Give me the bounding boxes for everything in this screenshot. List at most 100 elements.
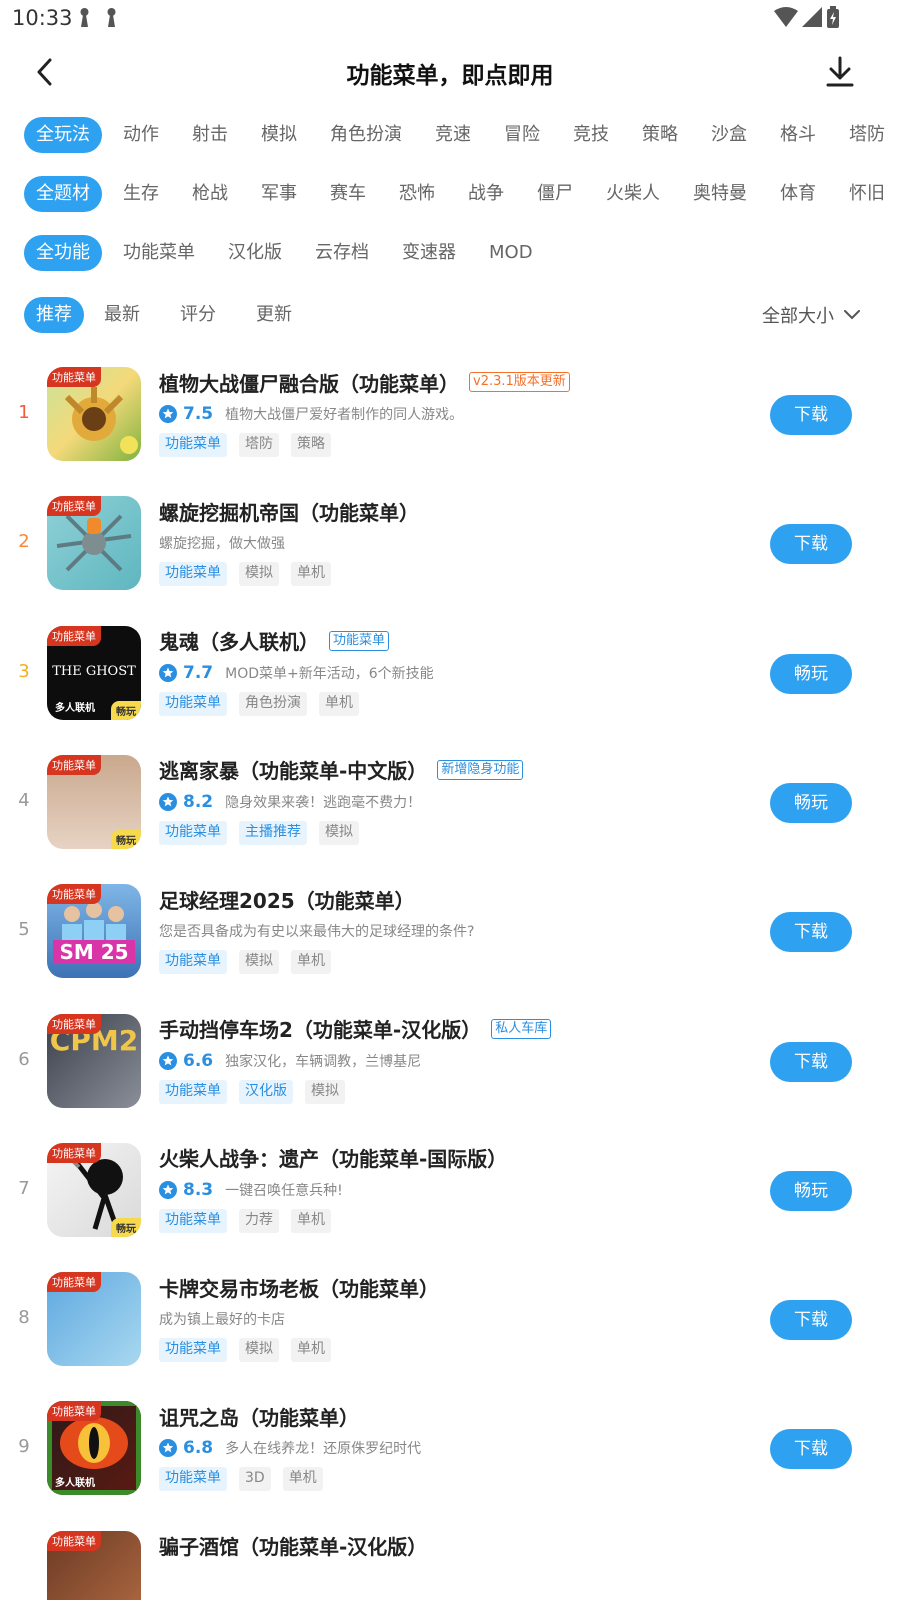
game-icon[interactable]: 功能菜单	[47, 496, 141, 591]
category-tag[interactable]: 功能菜单	[159, 820, 227, 845]
category-tag[interactable]: 模拟	[239, 562, 279, 587]
genre-chip[interactable]: 策略	[630, 117, 690, 153]
play-button[interactable]: 畅玩	[770, 782, 852, 823]
category-tag[interactable]: 模拟	[239, 950, 279, 975]
category-tag[interactable]: 功能菜单	[159, 433, 227, 457]
game-icon[interactable]: CPM2 功能菜单	[47, 1013, 141, 1108]
game-title[interactable]: 手动挡停车场2（功能菜单-汉化版）	[159, 1014, 481, 1043]
theme-chip[interactable]: 恐怖	[387, 176, 447, 212]
list-item[interactable]: 8 功能菜单 卡牌交易市场老板（功能菜单） 成为镇上最好的卡店 功能菜单 模拟 单机 下载	[0, 1255, 900, 1385]
list-item[interactable]: 功能菜单 骗子酒馆（功能菜单-汉化版）	[0, 1514, 900, 1600]
game-icon[interactable]: THE GHOST 功能菜单 多人联机 畅玩	[47, 625, 141, 720]
genre-chip[interactable]: 角色扮演	[318, 117, 414, 153]
category-tag[interactable]: 功能菜单	[159, 1079, 227, 1104]
list-item[interactable]: 2 功能菜单 螺旋挖掘机帝国（功能菜单） 螺旋挖掘，做大做强 功能菜单 模拟 单机 下载	[0, 479, 900, 609]
list-item[interactable]: 7 功能菜单 畅玩 火柴人战争：遗产（功能菜单-国际版） 8.3 一键召唤任意兵种! 功能菜…	[0, 1126, 900, 1256]
play-button[interactable]: 畅玩	[770, 1170, 852, 1211]
theme-chip[interactable]: 奥特曼	[681, 176, 759, 212]
feature-chip[interactable]: 变速器	[390, 235, 468, 271]
sort-tab[interactable]: 最新	[92, 297, 152, 333]
genre-chip[interactable]: 格斗	[768, 117, 828, 153]
category-tag[interactable]: 功能菜单	[159, 1208, 227, 1233]
genre-chip[interactable]: 塔防	[837, 117, 897, 153]
game-title[interactable]: 鬼魂（多人联机）	[159, 626, 319, 655]
game-title[interactable]: 螺旋挖掘机帝国（功能菜单）	[159, 497, 419, 526]
category-tag[interactable]: 模拟	[305, 1079, 345, 1104]
genre-chip[interactable]: 沙盒	[699, 117, 759, 153]
theme-chip[interactable]: 体育	[768, 176, 828, 212]
category-tag[interactable]: 3D	[239, 1467, 271, 1492]
download-button[interactable]: 下载	[770, 912, 852, 953]
category-tag[interactable]: 功能菜单	[159, 950, 227, 975]
category-tag[interactable]: 单机	[319, 691, 359, 716]
genre-chip[interactable]: 冒险	[492, 117, 552, 153]
download-button[interactable]: 下载	[770, 1300, 852, 1341]
theme-chip[interactable]: 生存	[111, 176, 171, 212]
game-icon[interactable]: 功能菜单	[47, 1530, 141, 1600]
game-title[interactable]: 骗子酒馆（功能菜单-汉化版）	[159, 1531, 427, 1560]
category-tag[interactable]: 策略	[291, 433, 331, 457]
game-title[interactable]: 足球经理2025（功能菜单）	[159, 885, 415, 914]
genre-chip[interactable]: 射击	[180, 117, 240, 153]
game-title[interactable]: 逃离家暴（功能菜单-中文版）	[159, 755, 427, 784]
category-tag[interactable]: 模拟	[239, 1338, 279, 1363]
category-tag[interactable]: 功能菜单	[159, 1338, 227, 1363]
category-tag[interactable]: 模拟	[319, 820, 359, 845]
theme-chip[interactable]: 全题材	[24, 176, 102, 212]
category-tag[interactable]: 汉化版	[239, 1079, 293, 1104]
theme-chip[interactable]: 怀旧	[837, 176, 897, 212]
genre-chip[interactable]: 动作	[111, 117, 171, 153]
category-tag[interactable]: 功能菜单	[159, 562, 227, 587]
theme-chip[interactable]: 战争	[456, 176, 516, 212]
game-title[interactable]: 植物大战僵尸融合版（功能菜单）	[159, 368, 459, 397]
download-manager-button[interactable]	[818, 50, 862, 94]
genre-chip[interactable]: 竞速	[423, 117, 483, 153]
sort-tab[interactable]: 推荐	[24, 297, 84, 333]
category-tag[interactable]: 单机	[291, 950, 331, 975]
game-icon[interactable]: 功能菜单 畅玩	[47, 754, 141, 849]
download-button[interactable]: 下载	[770, 524, 852, 565]
list-item[interactable]: 9 功能菜单 多人联机 诅咒之岛（功能菜单） 6.8 多人在线养龙！还原侏罗纪时代 功能菜单…	[0, 1384, 900, 1514]
category-tag[interactable]: 塔防	[239, 433, 279, 457]
game-icon[interactable]: 功能菜单 畅玩	[47, 1142, 141, 1237]
game-icon[interactable]: 功能菜单 多人联机	[47, 1401, 141, 1496]
list-item[interactable]: 1 功能菜单 植物大战僵尸融合版（功能菜单） v2.3.1版本更新 7.5 植物大战僵尸爱…	[0, 350, 900, 480]
theme-chip[interactable]: 僵尸	[525, 176, 585, 212]
list-item[interactable]: 6 CPM2 功能菜单 手动挡停车场2（功能菜单-汉化版） 私人车库 6.6 独家汉化，车辆…	[0, 997, 900, 1127]
play-button[interactable]: 畅玩	[770, 653, 852, 694]
theme-chip[interactable]: 军事	[249, 176, 309, 212]
list-item[interactable]: 4 功能菜单 畅玩 逃离家暴（功能菜单-中文版） 新增隐身功能 8.2 隐身效果来袭！逃跑毫…	[0, 738, 900, 868]
category-tag[interactable]: 主播推荐	[239, 820, 307, 845]
list-item[interactable]: 5 SM 25 功能菜单 足球经理2025（功能菜单） 您是否具备成为有史以来最伟大的足…	[0, 867, 900, 997]
feature-chip[interactable]: 云存档	[303, 235, 381, 271]
list-item[interactable]: 3 THE GHOST 功能菜单 多人联机 畅玩 鬼魂（多人联机） 功能菜单 7.7 MOD菜单…	[0, 609, 900, 739]
category-tag[interactable]: 角色扮演	[239, 691, 307, 716]
category-tag[interactable]: 单机	[291, 1208, 331, 1233]
category-tag[interactable]: 单机	[291, 1338, 331, 1363]
theme-chip[interactable]: 火柴人	[594, 176, 672, 212]
feature-chip[interactable]: 全功能	[24, 235, 102, 271]
category-tag[interactable]: 力荐	[239, 1208, 279, 1233]
download-button[interactable]: 下载	[770, 395, 852, 435]
game-title[interactable]: 卡牌交易市场老板（功能菜单）	[159, 1273, 439, 1302]
category-tag[interactable]: 功能菜单	[159, 691, 227, 716]
game-title[interactable]: 诅咒之岛（功能菜单）	[159, 1402, 359, 1431]
category-tag[interactable]: 单机	[291, 562, 331, 587]
category-tag[interactable]: 功能菜单	[159, 1467, 227, 1492]
game-title[interactable]: 火柴人战争：遗产（功能菜单-国际版）	[159, 1143, 507, 1172]
feature-chip[interactable]: 功能菜单	[111, 235, 207, 271]
sort-tab[interactable]: 评分	[168, 297, 228, 333]
genre-chip[interactable]: 全玩法	[24, 117, 102, 153]
category-tag[interactable]: 单机	[282, 1467, 323, 1492]
feature-chip[interactable]: 汉化版	[216, 235, 294, 271]
download-button[interactable]: 下载	[770, 1041, 852, 1082]
genre-chip[interactable]: 模拟	[249, 117, 309, 153]
genre-chip[interactable]: 竞技	[561, 117, 621, 153]
game-icon[interactable]: SM 25 功能菜单	[47, 884, 141, 979]
sort-tab[interactable]: 更新	[244, 297, 304, 333]
size-dropdown[interactable]: 全部大小	[762, 300, 860, 330]
feature-chip[interactable]: MOD	[477, 235, 545, 271]
theme-chip[interactable]: 赛车	[318, 176, 378, 212]
game-icon[interactable]: 功能菜单	[47, 1272, 141, 1367]
theme-chip[interactable]: 枪战	[180, 176, 240, 212]
